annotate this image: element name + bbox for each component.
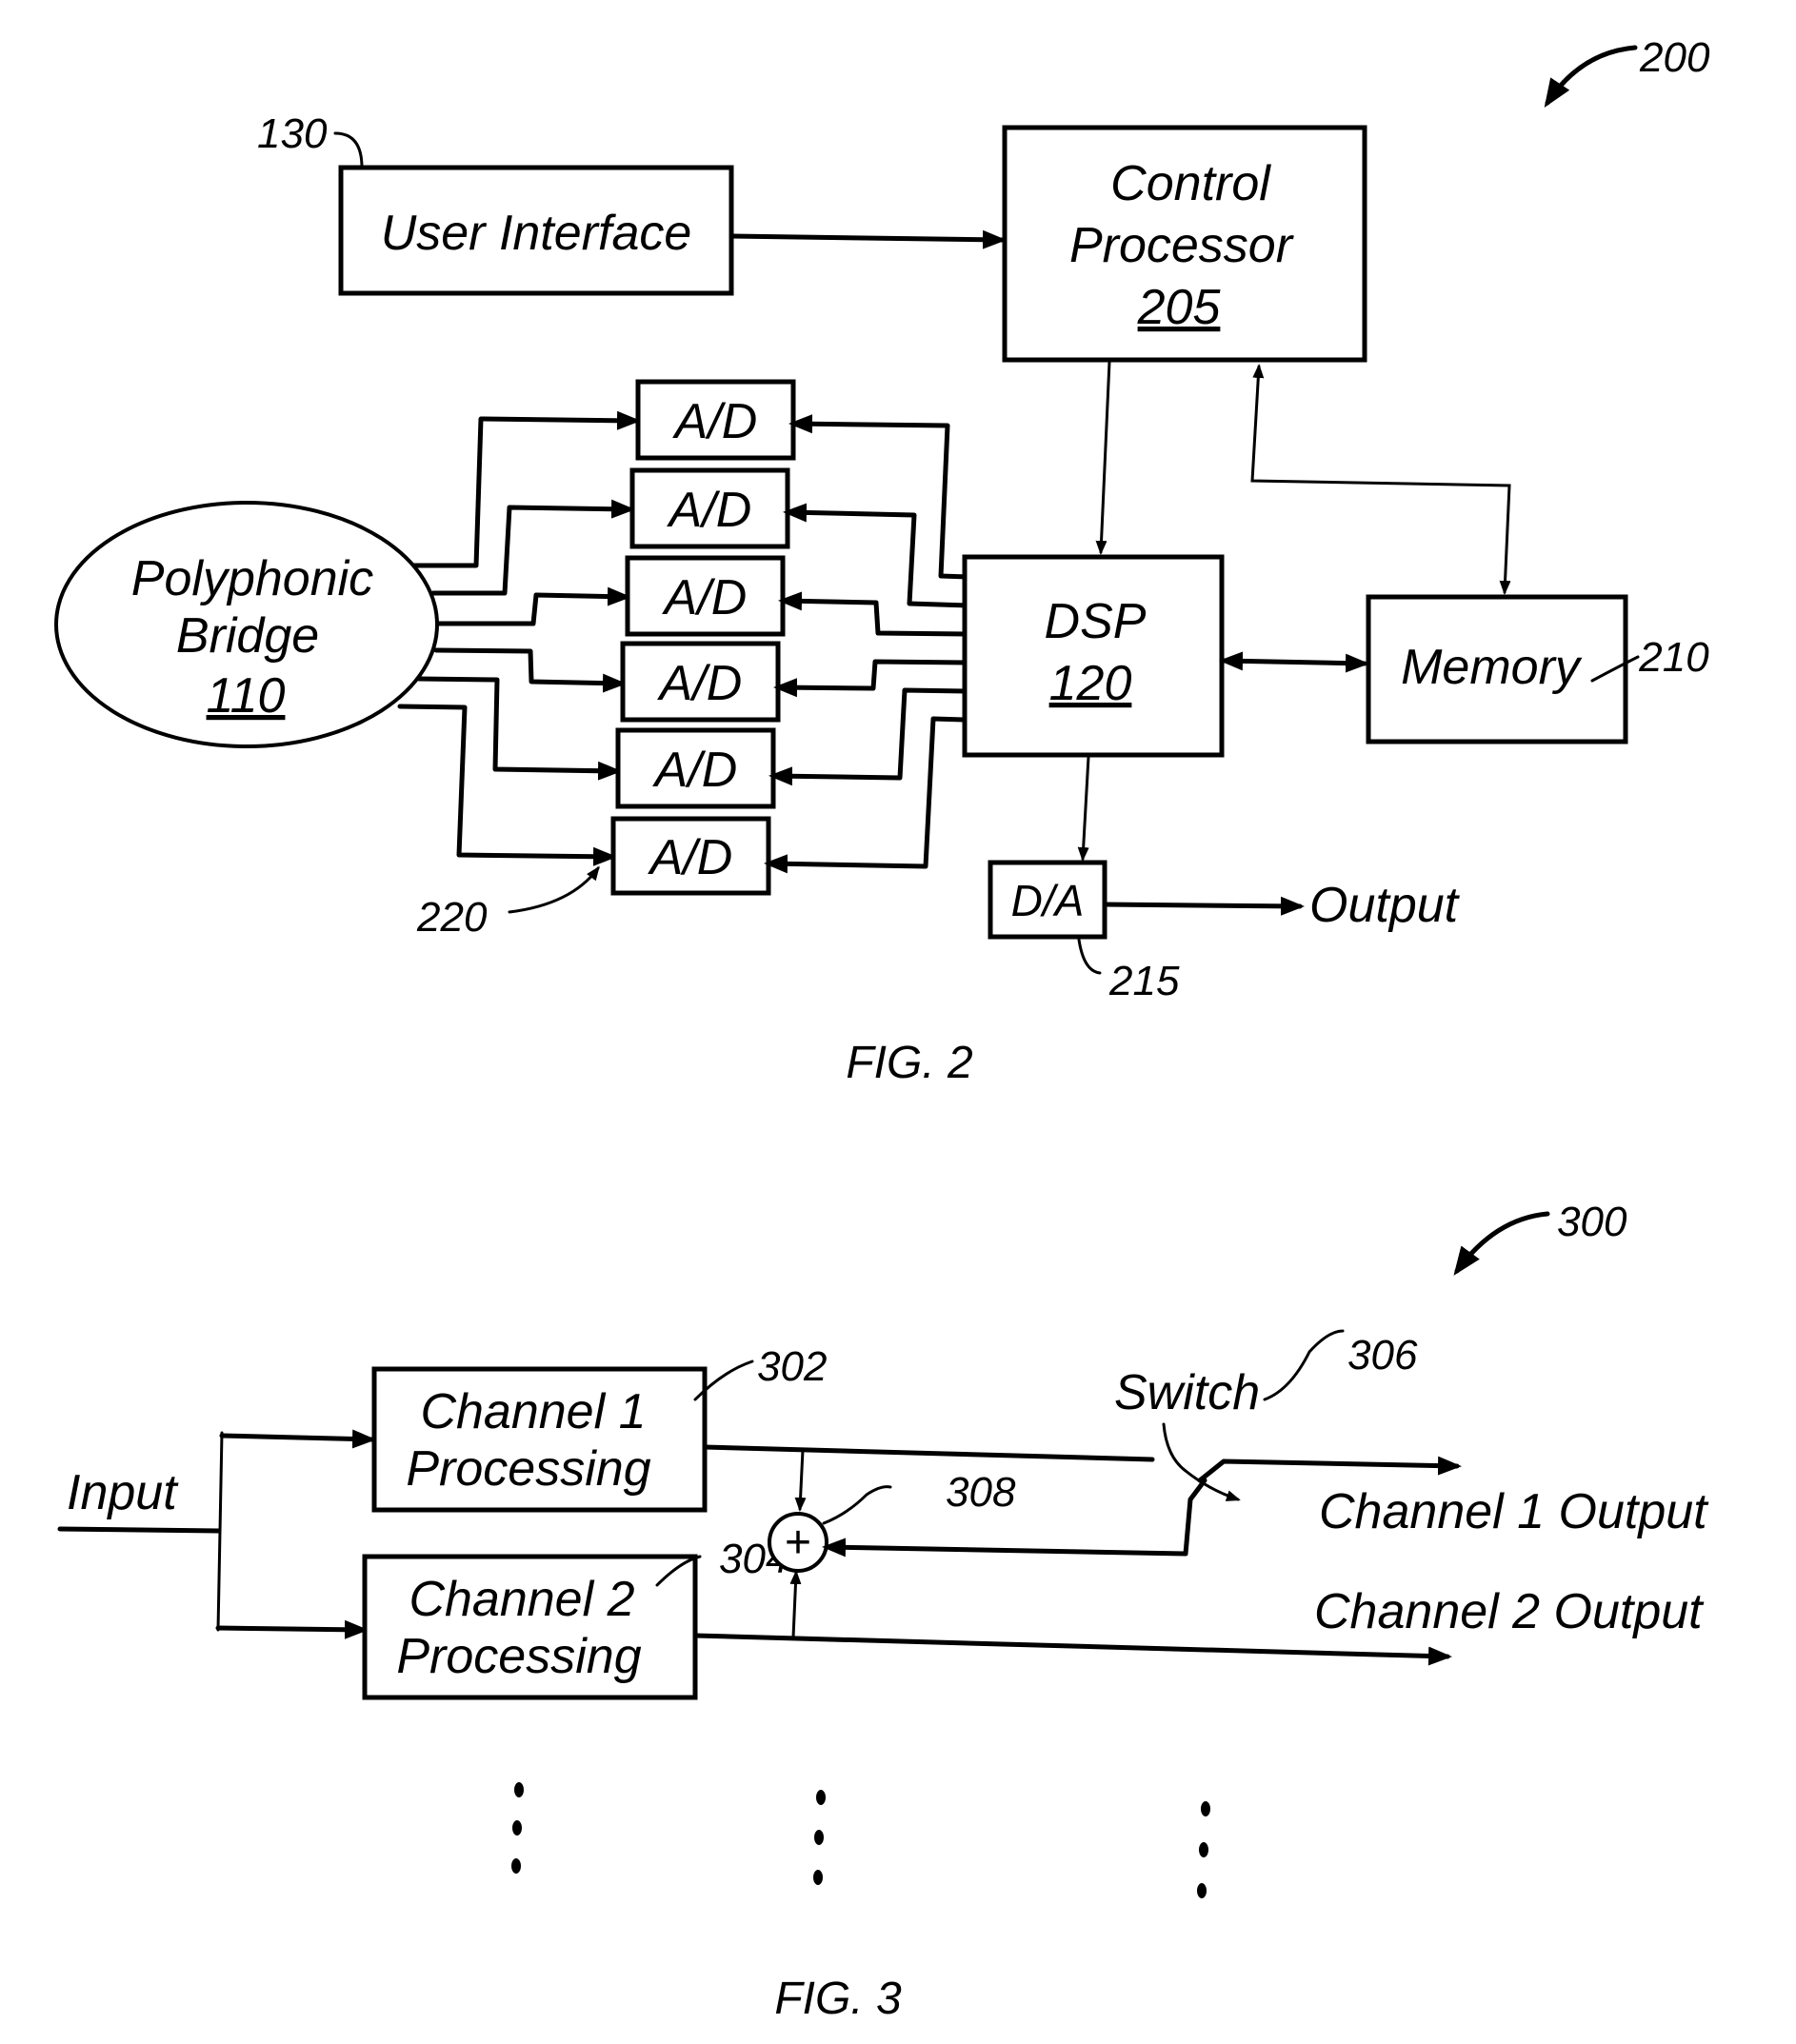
input-line <box>57 1526 222 1534</box>
switch-ref-leader <box>1263 1329 1345 1401</box>
summer-ref: 308 <box>946 1469 1016 1516</box>
dsp-ref: 120 <box>1049 656 1132 711</box>
da-converter-ref: 215 <box>1108 958 1180 1004</box>
ad-converter-5: A/D <box>615 727 776 809</box>
ui-to-cp-arrow <box>728 229 1007 249</box>
ad-converter-label: A/D <box>667 483 752 538</box>
wire-ad1-dsp <box>788 414 972 580</box>
plus-icon: + <box>785 1518 811 1568</box>
output-arrow <box>1102 896 1305 916</box>
ad-converter-2: A/D <box>629 467 790 549</box>
fig3-ref-pointer: 300 <box>1453 1199 1627 1276</box>
input-to-ch2-arrow <box>215 1619 369 1639</box>
summer-to-switch-line <box>822 1478 1207 1558</box>
channel2-output-label: Channel 2 Output <box>1314 1584 1705 1639</box>
da-converter-label: D/A <box>1011 876 1085 925</box>
channel1-label-line2: Processing <box>406 1441 650 1497</box>
da-ref-leader <box>1077 938 1102 975</box>
continuation-dots <box>511 1782 1210 1898</box>
dsp-label: DSP <box>1045 594 1147 649</box>
control-processor-ref: 205 <box>1137 280 1222 335</box>
ad-converter-3: A/D <box>625 555 786 637</box>
channel1-processing-block: Channel 1 Processing 302 <box>371 1343 827 1513</box>
switch-ref: 306 <box>1347 1332 1418 1379</box>
cp-to-dsp-arrow <box>1095 360 1111 555</box>
fig3-ref-number: 300 <box>1557 1199 1627 1245</box>
wire-bridge-ad3 <box>435 586 631 626</box>
memory-ref: 210 <box>1638 634 1709 681</box>
ch1-to-summer-arrow <box>794 1448 807 1512</box>
ad-converter-4: A/D <box>620 641 781 723</box>
control-processor-label-line2: Processor <box>1069 218 1295 273</box>
channel2-processing-block: Channel 2 Processing 304 <box>362 1536 788 1700</box>
ch2-to-summer-arrow <box>789 1570 802 1639</box>
leader-line <box>333 131 364 169</box>
channel1-ref: 302 <box>757 1343 827 1390</box>
channel1-output-arrow <box>1197 1456 1462 1483</box>
summing-junction: + 308 <box>768 1469 1016 1573</box>
polyphonic-bridge-block: Polyphonic Bridge 110 <box>54 501 439 748</box>
wire-bridge-ad5 <box>416 676 622 781</box>
ad-converter-6: A/D <box>610 816 771 896</box>
fig3-caption: FIG. 3 <box>774 1974 902 2024</box>
user-interface-ref: 130 <box>257 110 328 157</box>
ad-converter-label: A/D <box>648 830 733 885</box>
polyphonic-bridge-label-line2: Bridge <box>176 608 319 664</box>
memory-cp-bus <box>1250 364 1511 595</box>
memory-block: Memory 210 <box>1366 594 1709 744</box>
ad-to-dsp-wires <box>764 414 972 874</box>
control-processor-block: Control Processor 205 <box>1002 125 1367 363</box>
wire-ad5-dsp <box>768 687 968 786</box>
user-interface-label: User Interface <box>381 206 692 261</box>
polyphonic-bridge-label-line1: Polyphonic <box>131 551 373 606</box>
input-split-line <box>216 1431 224 1632</box>
switch-block: Switch 306 <box>1114 1329 1462 1501</box>
dsp-block: DSP 120 <box>962 554 1225 758</box>
ad-converter-ref: 220 <box>416 894 488 941</box>
switch-label: Switch <box>1114 1365 1260 1420</box>
input-to-ch1-arrow <box>219 1429 376 1449</box>
input-label: Input <box>67 1465 179 1520</box>
wire-bridge-ad1 <box>411 410 641 568</box>
ad-ref-leader-arrow <box>508 865 600 914</box>
ad-converter-label: A/D <box>662 570 748 625</box>
wire-ad6-dsp <box>764 716 968 874</box>
curved-arrow-icon <box>1453 1211 1550 1276</box>
channel1-out-line <box>702 1444 1155 1462</box>
curved-arrow-icon <box>1544 45 1638 109</box>
fig2-ref-number: 200 <box>1639 34 1710 81</box>
patent-figure-sheet: 200 User Interface 130 Control Processor… <box>54 34 1710 2024</box>
summer-ref-leader <box>822 1485 892 1525</box>
wire-bridge-ad2 <box>430 499 635 596</box>
channel1-label-line1: Channel 1 <box>420 1384 646 1439</box>
fig2: 200 User Interface 130 Control Processor… <box>54 34 1710 1088</box>
memory-label: Memory <box>1401 640 1583 695</box>
fig2-caption: FIG. 2 <box>846 1038 972 1088</box>
channel1-output-label: Channel 1 Output <box>1319 1484 1709 1539</box>
da-converter-block: D/A 215 <box>988 860 1180 1004</box>
output-label: Output <box>1309 878 1461 933</box>
polyphonic-bridge-ref: 110 <box>207 668 286 724</box>
ellipsis-vertical-icon <box>813 1790 826 1885</box>
wire-ad4-dsp <box>773 659 969 698</box>
ellipsis-vertical-icon <box>1197 1801 1210 1898</box>
ad-converter-label: A/D <box>657 656 743 711</box>
ad-converter-label: A/D <box>672 394 758 449</box>
channel2-label-line1: Channel 2 <box>409 1572 634 1627</box>
user-interface-block: User Interface 130 <box>257 110 734 296</box>
dsp-memory-bidirectional-arrow <box>1219 651 1369 673</box>
fig3: 300 Input Channel 1 Processing 302 Chann… <box>57 1199 1709 2024</box>
control-processor-label-line1: Control <box>1110 156 1271 211</box>
ad-converter-label: A/D <box>652 743 738 798</box>
ellipsis-vertical-icon <box>511 1782 524 1874</box>
ad-converter-1: A/D <box>635 379 796 461</box>
wire-bridge-ad6 <box>397 704 617 866</box>
dsp-to-da-arrow <box>1077 755 1090 862</box>
fig2-ref-pointer: 200 <box>1544 34 1710 109</box>
channel2-label-line2: Processing <box>396 1629 641 1684</box>
